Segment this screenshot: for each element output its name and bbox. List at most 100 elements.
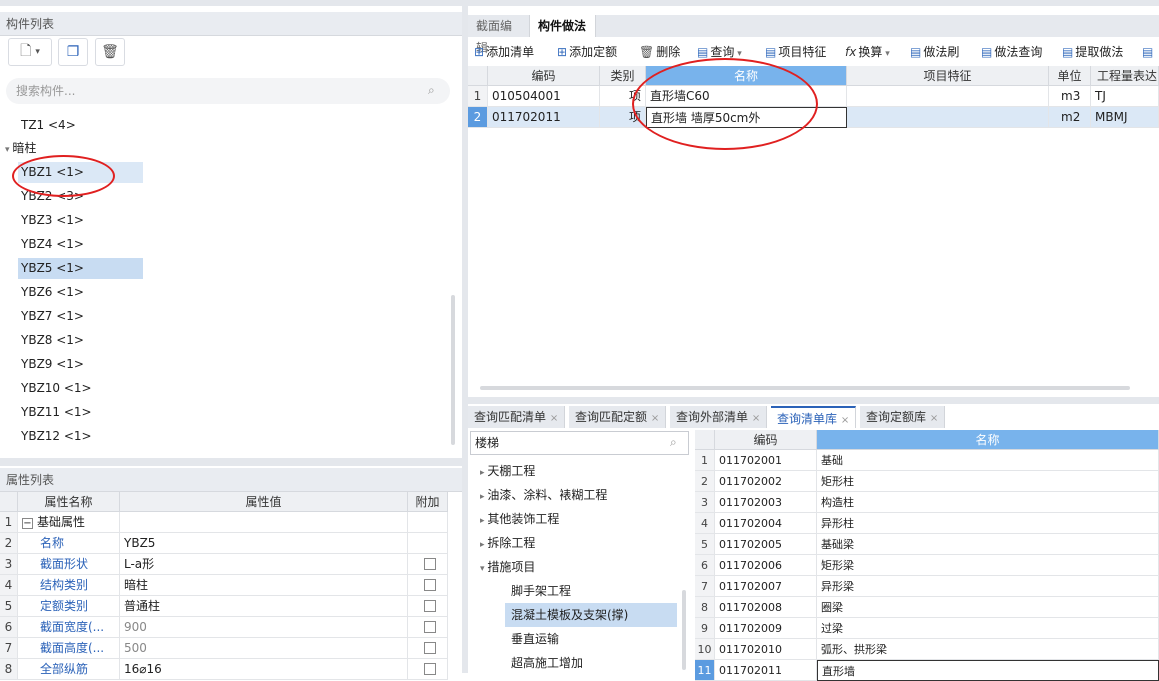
collapse-icon[interactable]: − bbox=[22, 518, 33, 529]
delete-button[interactable]: 🗑 删除 bbox=[639, 40, 680, 64]
library-cell-code[interactable]: 011702006 bbox=[715, 555, 817, 576]
library-cell-code[interactable]: 011702001 bbox=[715, 450, 817, 471]
library-search-input[interactable]: 楼梯 bbox=[470, 431, 689, 455]
method-hscrollbar[interactable] bbox=[480, 386, 1130, 390]
subcategory-item[interactable]: 超高施工增加 bbox=[505, 651, 677, 675]
extra-checkbox[interactable] bbox=[423, 558, 436, 570]
prop-extra[interactable] bbox=[408, 617, 448, 638]
close-icon[interactable]: × bbox=[651, 413, 659, 424]
library-row[interactable]: 1 011702001 基础 bbox=[695, 450, 1159, 471]
panel-divider[interactable] bbox=[0, 458, 464, 466]
prop-extra[interactable] bbox=[408, 659, 448, 680]
category-item[interactable]: ▾ 措施项目 bbox=[480, 555, 535, 579]
subcategory-item[interactable]: 混凝土模板及支架(撑) bbox=[505, 603, 677, 627]
library-row[interactable]: 5 011702005 基础梁 bbox=[695, 534, 1159, 555]
prop-value[interactable]: L-a形 bbox=[120, 554, 408, 575]
props-row[interactable]: 8 全部纵筋 16⌀16 bbox=[0, 659, 448, 680]
props-row[interactable]: 3 截面形状 L-a形 bbox=[0, 554, 448, 575]
tab-list-library[interactable]: 查询清单库 × bbox=[771, 406, 857, 428]
item-feature-button[interactable]: ▤ 项目特征 bbox=[765, 40, 826, 64]
props-row[interactable]: 7 截面高度(... 500 bbox=[0, 638, 448, 659]
category-item[interactable]: ▸ 天棚工程 bbox=[480, 459, 535, 483]
library-cell-code[interactable]: 011702003 bbox=[715, 492, 817, 513]
method-cell-code[interactable]: 011702011 bbox=[488, 107, 600, 128]
add-list-button[interactable]: ⊞ 添加清单 bbox=[474, 40, 534, 64]
category-scrollbar[interactable] bbox=[682, 590, 686, 670]
library-cell-code[interactable]: 011702011 bbox=[715, 660, 817, 681]
library-cell-code[interactable]: 011702005 bbox=[715, 534, 817, 555]
library-cell-code[interactable]: 011702007 bbox=[715, 576, 817, 597]
library-cell-name[interactable]: 构造柱 bbox=[817, 492, 1159, 513]
prop-value[interactable]: 500 bbox=[120, 638, 408, 659]
subcategory-item[interactable]: 脚手架工程 bbox=[505, 579, 677, 603]
method-cell-expr[interactable]: TJ bbox=[1091, 86, 1159, 107]
search-icon[interactable]: ⌕ bbox=[428, 83, 435, 98]
prop-value[interactable]: 暗柱 bbox=[120, 575, 408, 596]
prop-extra[interactable] bbox=[408, 554, 448, 575]
tree-item[interactable]: YBZ6 <1> bbox=[18, 282, 143, 303]
convert-button[interactable]: fx 换算 ▾ bbox=[845, 40, 890, 64]
extra-checkbox[interactable] bbox=[423, 642, 436, 654]
method-cell-unit[interactable]: m3 bbox=[1049, 86, 1091, 107]
tree-item[interactable]: YBZ10 <1> bbox=[18, 378, 143, 399]
prop-extra[interactable] bbox=[408, 575, 448, 596]
extra-checkbox[interactable] bbox=[423, 579, 436, 591]
method-query-button[interactable]: ▤ 做法查询 bbox=[981, 40, 1042, 64]
component-search-input[interactable]: 搜索构件... bbox=[6, 78, 450, 104]
category-item[interactable]: ▸ 其他装饰工程 bbox=[480, 507, 559, 531]
library-cell-name[interactable]: 基础梁 bbox=[817, 534, 1159, 555]
tab-component-method[interactable]: 构件做法 bbox=[530, 15, 596, 37]
category-item[interactable]: ▸ 油漆、涂料、裱糊工程 bbox=[480, 483, 607, 507]
copy-component-button[interactable]: ❐ bbox=[58, 38, 88, 66]
props-row[interactable]: 4 结构类别 暗柱 bbox=[0, 575, 448, 596]
props-row[interactable]: 2 名称 YBZ5 bbox=[0, 533, 448, 554]
extract-method-button[interactable]: ▤ 提取做法 bbox=[1062, 40, 1123, 64]
prop-value[interactable]: 普通柱 bbox=[120, 596, 408, 617]
tree-item[interactable]: YBZ12 <1> bbox=[18, 426, 143, 447]
close-icon[interactable]: × bbox=[930, 413, 938, 424]
library-row[interactable]: 6 011702006 矩形梁 bbox=[695, 555, 1159, 576]
tree-item[interactable]: YBZ9 <1> bbox=[18, 354, 143, 375]
prop-extra[interactable] bbox=[408, 638, 448, 659]
library-cell-name[interactable]: 直形墙 bbox=[817, 660, 1159, 681]
subcategory-item[interactable]: 垂直运输 bbox=[505, 627, 677, 651]
new-component-button[interactable]: 🗋 ▾ bbox=[8, 38, 52, 66]
delete-component-button[interactable]: 🗑 bbox=[95, 38, 125, 66]
library-row[interactable]: 2 011702002 矩形柱 bbox=[695, 471, 1159, 492]
prop-value[interactable]: YBZ5 bbox=[120, 533, 408, 554]
search-icon[interactable]: ⌕ bbox=[670, 435, 677, 450]
props-row[interactable]: 5 定额类别 普通柱 bbox=[0, 596, 448, 617]
library-cell-name[interactable]: 异形柱 bbox=[817, 513, 1159, 534]
extra-checkbox[interactable] bbox=[423, 621, 436, 633]
method-cell-feature[interactable] bbox=[847, 107, 1049, 128]
prop-extra[interactable] bbox=[408, 512, 448, 533]
extra-checkbox[interactable] bbox=[423, 600, 436, 612]
library-cell-name[interactable]: 矩形梁 bbox=[817, 555, 1159, 576]
library-row[interactable]: 7 011702007 异形梁 bbox=[695, 576, 1159, 597]
library-cell-code[interactable]: 011702002 bbox=[715, 471, 817, 492]
props-row[interactable]: 1− 基础属性 bbox=[0, 512, 448, 533]
library-row[interactable]: 10 011702010 弧形、拱形梁 bbox=[695, 639, 1159, 660]
library-cell-code[interactable]: 011702008 bbox=[715, 597, 817, 618]
close-icon[interactable]: × bbox=[841, 415, 849, 426]
tree-item[interactable]: YBZ5 <1> bbox=[18, 258, 143, 279]
close-icon[interactable]: × bbox=[752, 413, 760, 424]
prop-extra[interactable] bbox=[408, 533, 448, 554]
library-cell-name[interactable]: 弧形、拱形梁 bbox=[817, 639, 1159, 660]
tree-item[interactable]: YBZ4 <1> bbox=[18, 234, 143, 255]
tab-quota-library[interactable]: 查询定额库 × bbox=[860, 406, 946, 428]
add-quota-button[interactable]: ⊞ 添加定额 bbox=[557, 40, 617, 64]
close-icon[interactable]: × bbox=[550, 413, 558, 424]
library-cell-name[interactable]: 圈梁 bbox=[817, 597, 1159, 618]
prop-value[interactable]: 900 bbox=[120, 617, 408, 638]
prop-extra[interactable] bbox=[408, 596, 448, 617]
tab-section-edit[interactable]: 截面编辑 bbox=[468, 15, 530, 55]
library-cell-code[interactable]: 011702004 bbox=[715, 513, 817, 534]
library-cell-name[interactable]: 过梁 bbox=[817, 618, 1159, 639]
tree-item[interactable]: YBZ8 <1> bbox=[18, 330, 143, 351]
category-item[interactable]: ▸ 拆除工程 bbox=[480, 531, 535, 555]
method-cell-feature[interactable] bbox=[847, 86, 1049, 107]
library-cell-name[interactable]: 基础 bbox=[817, 450, 1159, 471]
tab-match-quota[interactable]: 查询匹配定额 × bbox=[569, 406, 667, 428]
tree-item[interactable]: YBZ3 <1> bbox=[18, 210, 143, 231]
